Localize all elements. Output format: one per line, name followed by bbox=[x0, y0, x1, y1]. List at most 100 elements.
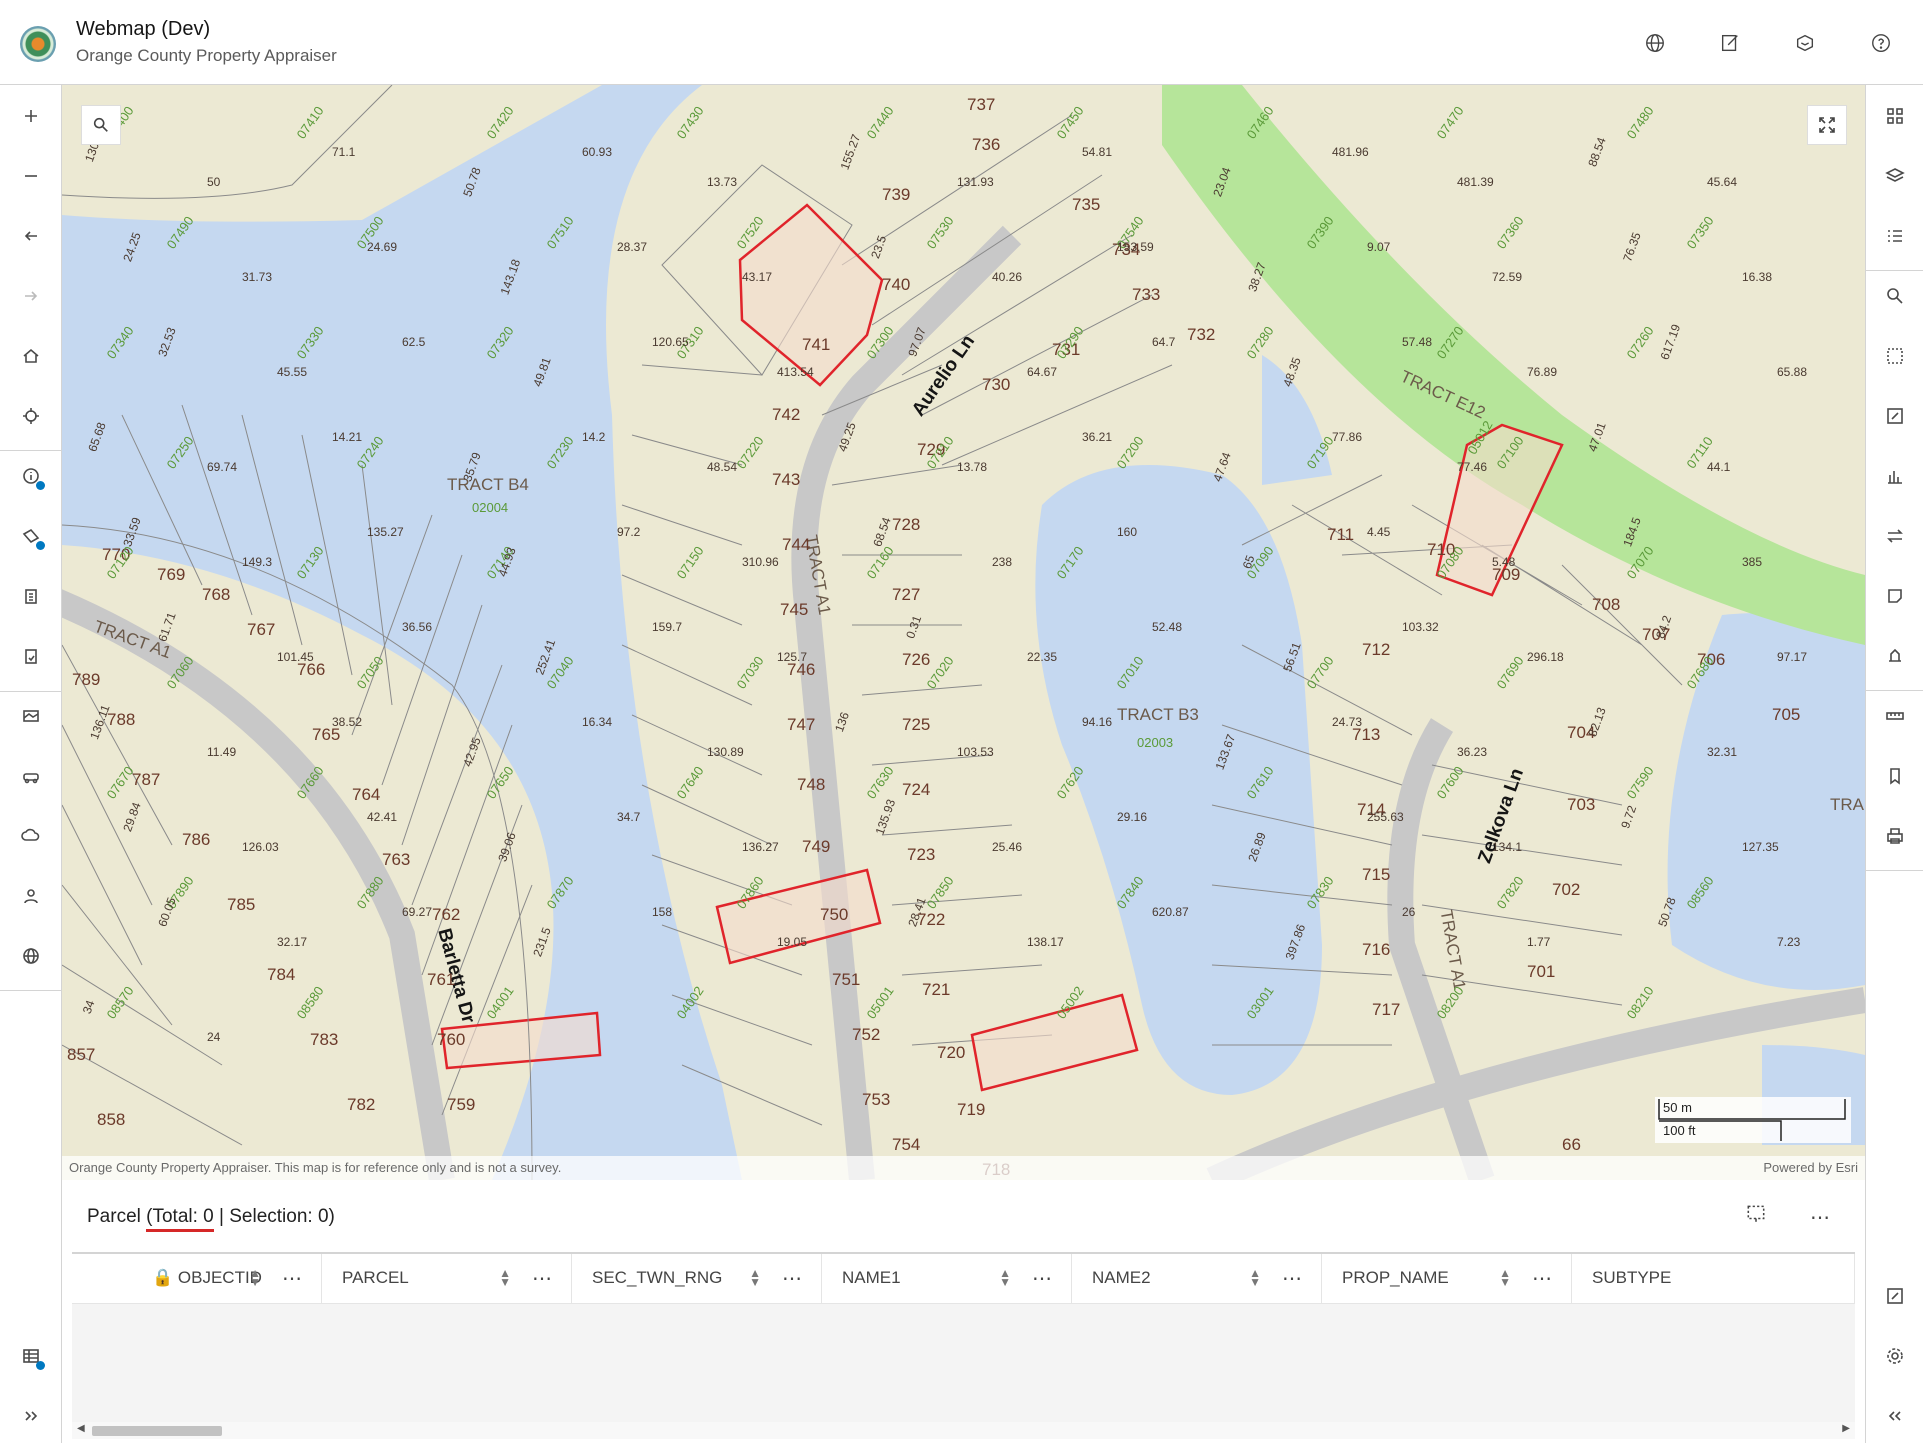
swap-icon[interactable] bbox=[1875, 516, 1915, 556]
column-menu-icon[interactable]: ⋯ bbox=[532, 1266, 553, 1291]
measure-icon[interactable] bbox=[11, 516, 51, 556]
lot-number: 726 bbox=[902, 650, 931, 669]
lot-number: 754 bbox=[892, 1135, 921, 1154]
table-body bbox=[72, 1304, 1855, 1422]
sketch-icon[interactable] bbox=[1875, 576, 1915, 616]
group-icon[interactable] bbox=[11, 876, 51, 916]
zoom-out-icon[interactable] bbox=[11, 156, 51, 196]
dimension-label: 38.52 bbox=[332, 715, 363, 729]
search-icon[interactable] bbox=[1875, 276, 1915, 316]
print-icon[interactable] bbox=[1875, 636, 1915, 676]
column-header-name1[interactable]: NAME1 ▲ ▼ ⋯ bbox=[822, 1254, 1072, 1304]
bookmark-icon[interactable] bbox=[1875, 756, 1915, 796]
lot-number: 750 bbox=[820, 905, 849, 924]
dimension-label: 9.07 bbox=[1367, 240, 1391, 254]
help-icon[interactable] bbox=[1866, 28, 1896, 58]
legend-icon[interactable] bbox=[1875, 216, 1915, 256]
map-search-button[interactable] bbox=[81, 105, 121, 145]
county-logo bbox=[20, 26, 56, 62]
sort-icon[interactable]: ▲ ▼ bbox=[249, 1267, 261, 1288]
table-more-icon[interactable]: ⋯ bbox=[1805, 1205, 1835, 1235]
fullscreen-button[interactable] bbox=[1807, 105, 1847, 145]
vehicle-icon[interactable] bbox=[11, 756, 51, 796]
column-header-objectid[interactable]: 🔒 OBJECTID ▲ ▼ ⋯ bbox=[132, 1254, 322, 1304]
printer-icon[interactable] bbox=[1875, 816, 1915, 856]
powered-by-esri[interactable]: Powered by Esri bbox=[1763, 1160, 1858, 1175]
home-icon[interactable] bbox=[11, 336, 51, 376]
lot-number: 787 bbox=[132, 770, 161, 789]
sort-icon[interactable]: ▲ ▼ bbox=[999, 1267, 1011, 1288]
chart-icon[interactable] bbox=[1875, 456, 1915, 496]
scale-metric: 50 m bbox=[1663, 1100, 1692, 1115]
globe-icon[interactable] bbox=[1640, 28, 1670, 58]
forward-icon[interactable] bbox=[11, 276, 51, 316]
lot-number: 716 bbox=[1362, 940, 1391, 959]
collapse-icon[interactable] bbox=[1875, 1396, 1915, 1436]
sort-icon[interactable]: ▲ ▼ bbox=[1499, 1267, 1511, 1288]
search-icon bbox=[93, 117, 108, 132]
lot-number: 753 bbox=[862, 1090, 891, 1109]
cloud-icon[interactable] bbox=[11, 816, 51, 856]
lot-number: 782 bbox=[347, 1095, 376, 1114]
lot-number: 711 bbox=[1327, 525, 1355, 544]
ruler-icon[interactable] bbox=[1875, 696, 1915, 736]
note-icon[interactable] bbox=[1875, 1276, 1915, 1316]
back-icon[interactable] bbox=[11, 216, 51, 256]
app-subtitle: Orange County Property Appraiser bbox=[76, 46, 337, 65]
sort-icon[interactable]: ▲ ▼ bbox=[499, 1267, 511, 1288]
dimension-label: 77.46 bbox=[1457, 460, 1488, 474]
dimension-label: 31.73 bbox=[242, 270, 273, 284]
locate-icon[interactable] bbox=[11, 396, 51, 436]
dimension-label: 65.88 bbox=[1777, 365, 1808, 379]
report-icon[interactable] bbox=[11, 636, 51, 676]
info-icon[interactable] bbox=[11, 456, 51, 496]
column-menu-icon[interactable]: ⋯ bbox=[1532, 1266, 1553, 1291]
qr-icon[interactable] bbox=[1875, 96, 1915, 136]
column-header-name2[interactable]: NAME2 ▲ ▼ ⋯ bbox=[1072, 1254, 1322, 1304]
layer-name: Parcel bbox=[87, 1206, 141, 1227]
lot-number: 783 bbox=[310, 1030, 339, 1049]
horizontal-scrollbar[interactable]: ◀ ▶ bbox=[72, 1422, 1855, 1439]
dimension-label: 120.65 bbox=[652, 335, 689, 349]
dimension-label: 43.17 bbox=[742, 270, 773, 284]
map-basemap bbox=[62, 85, 1865, 1180]
lot-number: 784 bbox=[267, 965, 296, 984]
table-icon[interactable] bbox=[11, 1336, 51, 1376]
expand-icon[interactable] bbox=[11, 1396, 51, 1436]
column-menu-icon[interactable]: ⋯ bbox=[1032, 1266, 1053, 1291]
sort-icon[interactable]: ▲ ▼ bbox=[1249, 1267, 1261, 1288]
column-header-prop-name[interactable]: PROP_NAME ▲ ▼ ⋯ bbox=[1322, 1254, 1572, 1304]
lot-number: 763 bbox=[382, 850, 411, 869]
scroll-thumb[interactable] bbox=[92, 1426, 222, 1436]
clipboard-icon[interactable] bbox=[11, 576, 51, 616]
dimension-label: 42.41 bbox=[367, 810, 398, 824]
show-selection-icon[interactable] bbox=[1741, 1202, 1771, 1232]
dimension-label: 97.2 bbox=[617, 525, 641, 539]
lot-number: 66 bbox=[1562, 1135, 1581, 1154]
column-header-parcel[interactable]: PARCEL ▲ ▼ ⋯ bbox=[322, 1254, 572, 1304]
column-header-sec-twn-rng[interactable]: SEC_TWN_RNG ▲ ▼ ⋯ bbox=[572, 1254, 822, 1304]
column-header-subtype[interactable]: SUBTYPE bbox=[1572, 1254, 1855, 1304]
layers-badge-icon[interactable] bbox=[1790, 28, 1820, 58]
lot-number: 705 bbox=[1772, 705, 1801, 724]
layers-icon[interactable] bbox=[1875, 156, 1915, 196]
scroll-right-icon[interactable]: ▶ bbox=[1842, 1423, 1850, 1434]
column-menu-icon[interactable]: ⋯ bbox=[782, 1266, 803, 1291]
scroll-left-icon[interactable]: ◀ bbox=[77, 1423, 85, 1434]
lot-number: 725 bbox=[902, 715, 931, 734]
basemap-icon[interactable] bbox=[11, 696, 51, 736]
lot-number: 724 bbox=[902, 780, 931, 799]
edit-icon[interactable] bbox=[1875, 396, 1915, 436]
lot-number: 769 bbox=[157, 565, 186, 584]
column-menu-icon[interactable]: ⋯ bbox=[1282, 1266, 1303, 1291]
zoom-in-icon[interactable] bbox=[11, 96, 51, 136]
sort-icon[interactable]: ▲ ▼ bbox=[749, 1267, 761, 1288]
lot-number: 739 bbox=[882, 185, 911, 204]
lot-number: 761 bbox=[427, 970, 456, 989]
settings-icon[interactable] bbox=[1875, 1336, 1915, 1376]
select-icon[interactable] bbox=[1875, 336, 1915, 376]
map-view[interactable]: TRACT B4 02004 TRACT B3 02003 TRACT A1 T… bbox=[62, 85, 1865, 1180]
edit-note-icon[interactable] bbox=[1715, 28, 1745, 58]
globe-icon[interactable] bbox=[11, 936, 51, 976]
column-menu-icon[interactable]: ⋯ bbox=[282, 1266, 303, 1291]
